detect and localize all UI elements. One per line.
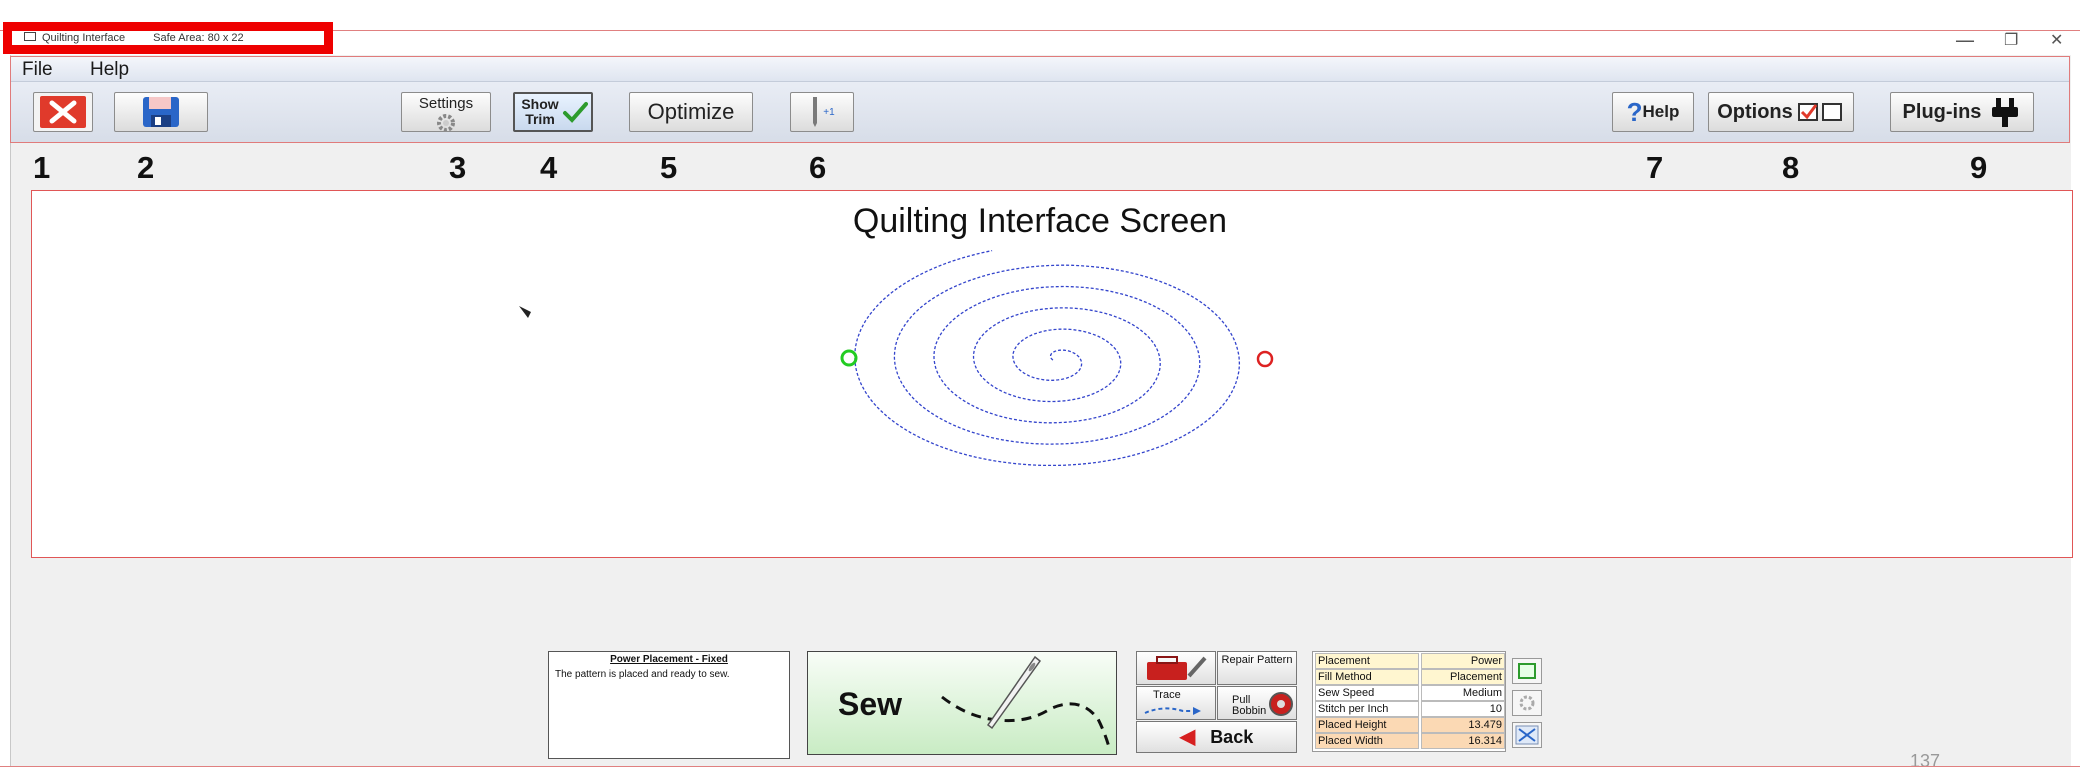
param-value: 16.314	[1421, 733, 1505, 749]
param-row: Placement Power	[1313, 653, 1505, 670]
pull-bobbin-button[interactable]: Pull Bobbin	[1217, 686, 1297, 720]
trace-arrow-icon	[1144, 707, 1201, 715]
param-row: Placed Height 13.479	[1313, 717, 1505, 734]
param-name: Fill Method	[1315, 669, 1419, 685]
needle-stitch-icon	[941, 655, 1112, 752]
param-name: Placed Height	[1315, 717, 1419, 733]
end-marker	[1256, 350, 1274, 368]
speed-icon-button[interactable]	[1512, 690, 1542, 716]
param-name: Sew Speed	[1315, 685, 1419, 701]
frame-line-bottom	[0, 766, 2080, 767]
param-value: Placement	[1421, 669, 1505, 685]
param-value: Power	[1421, 653, 1505, 669]
pull-bobbin-label: Pull Bobbin	[1232, 694, 1267, 717]
param-name: Stitch per Inch	[1315, 701, 1419, 717]
spiral-pattern	[519, 249, 1274, 467]
param-row: Sew Speed Medium	[1313, 685, 1505, 702]
back-button[interactable]: ◀ Back	[1136, 721, 1297, 753]
param-name: Placement	[1315, 653, 1419, 669]
status-panel: Power Placement - Fixed The pattern is p…	[548, 651, 790, 759]
param-name: Placed Width	[1315, 733, 1419, 749]
param-row: Placed Width 16.314	[1313, 733, 1505, 750]
toolbox-button[interactable]	[1136, 651, 1216, 685]
spiral-stitch-path	[854, 249, 1241, 467]
resize-icon	[1515, 725, 1539, 745]
resize-icon-button[interactable]	[1512, 722, 1542, 748]
back-arrow-icon: ◀	[1179, 726, 1196, 748]
trace-button[interactable]: Trace	[1136, 686, 1216, 720]
placement-icon-button[interactable]	[1512, 658, 1542, 684]
status-title: Power Placement - Fixed	[610, 654, 728, 665]
sew-label: Sew	[838, 686, 903, 722]
toolbox-icon	[1147, 656, 1207, 680]
frame-icon	[1518, 663, 1536, 679]
param-value: 13.479	[1421, 717, 1505, 733]
gear-small-icon	[1519, 695, 1535, 711]
start-marker	[840, 349, 858, 367]
param-row: Stitch per Inch 10	[1313, 701, 1505, 718]
trace-label: Trace	[1153, 689, 1181, 701]
param-value: 10	[1421, 701, 1505, 717]
cursor-arrow-icon	[519, 306, 531, 318]
back-label: Back	[1210, 727, 1254, 747]
repair-pattern-button[interactable]: Repair Pattern	[1217, 651, 1297, 685]
param-row: Fill Method Placement	[1313, 669, 1505, 686]
parameters-table: Placement Power Fill Method Placement Sew …	[1312, 651, 1506, 752]
status-text: The pattern is placed and ready to sew.	[555, 669, 730, 680]
param-value: Medium	[1421, 685, 1505, 701]
bobbin-icon	[1269, 692, 1293, 716]
